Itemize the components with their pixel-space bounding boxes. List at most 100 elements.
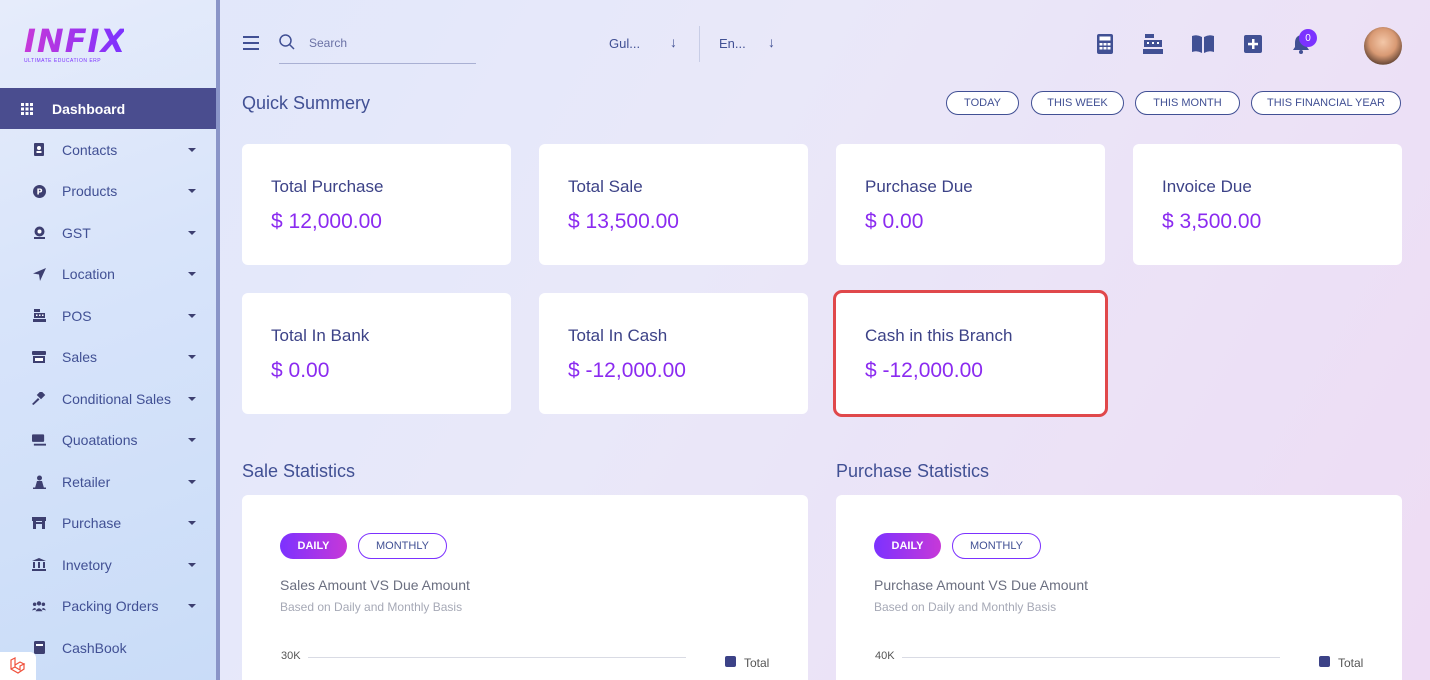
caret-down-icon: [188, 230, 196, 235]
sidebar-item-label: Sales: [62, 349, 98, 366]
laravel-icon[interactable]: [0, 652, 36, 680]
sidebar-scrollbar[interactable]: [216, 0, 220, 680]
summary-card-total-in-cash[interactable]: Total In Cash $ -12,000.00: [539, 293, 808, 414]
menu-toggle-icon[interactable]: [243, 36, 259, 50]
purchase-chart-subtitle: Based on Daily and Monthly Basis: [874, 600, 1057, 614]
purchase-tab-monthly[interactable]: MONTHLY: [952, 533, 1041, 559]
caret-down-icon: [188, 438, 196, 443]
caret-down-icon: [188, 562, 196, 567]
sidebar-item-gst[interactable]: GST: [0, 212, 216, 254]
cash-register-icon[interactable]: [1142, 33, 1164, 55]
header-divider: [699, 26, 700, 62]
sidebar-item-pos[interactable]: POS: [0, 295, 216, 337]
logo[interactable]: INFIX ULTIMATE EDUCATION ERP: [24, 25, 125, 68]
sidebar-item-conditional-sales[interactable]: Conditional Sales: [0, 378, 216, 420]
caret-down-icon: [188, 189, 196, 194]
avatar[interactable]: [1364, 27, 1402, 65]
summary-card-purchase-due[interactable]: Purchase Due $ 0.00: [836, 144, 1105, 265]
sidebar-item-packing-orders[interactable]: Packing Orders: [0, 586, 216, 628]
purchase-grid-line: [902, 657, 1280, 658]
card-value: $ 3,500.00: [1162, 210, 1262, 233]
search-input[interactable]: [309, 34, 469, 52]
cash-register-icon: [32, 309, 46, 323]
product-icon: P: [32, 184, 46, 198]
purchase-chart-title: Purchase Amount VS Due Amount: [874, 577, 1089, 593]
purchase-tab-daily[interactable]: DAILY: [874, 533, 941, 559]
card-value: $ 12,000.00: [271, 210, 382, 233]
purchase-legend-label: Total: [1338, 656, 1364, 670]
card-value: $ 0.00: [865, 210, 924, 233]
sidebar-item-label: POS: [62, 307, 92, 324]
summary-card-total-in-bank[interactable]: Total In Bank $ 0.00: [242, 293, 511, 414]
summary-card-invoice-due[interactable]: Invoice Due $ 3,500.00: [1133, 144, 1402, 265]
sidebar-item-retailer[interactable]: Retailer: [0, 461, 216, 503]
period-button-this-financial-year[interactable]: THIS FINANCIAL YEAR: [1251, 91, 1401, 115]
sale-legend-swatch: [725, 656, 736, 667]
sidebar-item-location[interactable]: Location: [0, 254, 216, 296]
sidebar-item-label: Products: [62, 183, 118, 200]
sale-grid-line: [308, 657, 686, 658]
branch-select[interactable]: Gul... ↓: [609, 34, 677, 51]
sidebar-item-products[interactable]: P Products: [0, 171, 216, 213]
retailer-icon: [32, 475, 46, 489]
notification-badge: 0: [1299, 29, 1317, 47]
purchase-statistics-title: Purchase Statistics: [836, 461, 990, 481]
sidebar-item-label: Quoatations: [62, 432, 138, 449]
period-button-today[interactable]: TODAY: [946, 91, 1019, 115]
sidebar-item-quotations[interactable]: Quoatations: [0, 420, 216, 462]
branch-select-value: Gul...: [609, 36, 641, 51]
card-label: Total Purchase: [271, 177, 384, 196]
sidebar-item-label: Purchase: [62, 515, 122, 532]
summary-card-total-sale[interactable]: Total Sale $ 13,500.00: [539, 144, 808, 265]
card-label: Invoice Due: [1162, 177, 1252, 196]
period-button-this-week[interactable]: THIS WEEK: [1031, 91, 1124, 115]
sidebar-item-sales[interactable]: Sales: [0, 337, 216, 379]
plus-square-icon[interactable]: [1242, 33, 1264, 55]
card-label: Purchase Due: [865, 177, 973, 196]
sale-chart-subtitle: Based on Daily and Monthly Basis: [280, 600, 463, 614]
sale-statistics-title: Sale Statistics: [242, 461, 356, 481]
caret-down-icon: [188, 521, 196, 526]
sidebar-item-contacts[interactable]: Contacts: [0, 129, 216, 171]
sale-legend-label: Total: [744, 656, 770, 670]
card-label: Total Sale: [568, 177, 643, 196]
period-button-this-month[interactable]: THIS MONTH: [1135, 91, 1240, 115]
page-title: Quick Summery: [242, 93, 371, 113]
sale-y-axis-tick: 30K: [281, 650, 301, 662]
tax-icon: [32, 226, 46, 240]
arrow-down-icon: ↓: [768, 34, 775, 50]
sale-tab-daily[interactable]: DAILY: [280, 533, 347, 559]
sidebar-item-label: Packing Orders: [62, 598, 159, 615]
card-value: $ 0.00: [271, 359, 330, 382]
calculator-icon[interactable]: [1094, 33, 1116, 55]
sidebar-item-purchase[interactable]: Purchase: [0, 503, 216, 545]
grid-icon: [20, 102, 34, 116]
caret-down-icon: [188, 313, 196, 318]
purchase-store-icon: [32, 516, 46, 530]
language-select[interactable]: En... ↓: [719, 34, 775, 51]
card-label: Cash in this Branch: [865, 326, 1013, 345]
sidebar-item-dashboard[interactable]: Dashboard: [0, 88, 216, 129]
sidebar-item-label: GST: [62, 224, 91, 241]
location-arrow-icon: [32, 267, 46, 281]
sidebar-nav: Dashboard Contacts P Products GST Locati…: [0, 88, 216, 669]
purchase-legend-swatch: [1319, 656, 1330, 667]
sidebar-item-invetory[interactable]: Invetory: [0, 544, 216, 586]
sale-tab-monthly[interactable]: MONTHLY: [358, 533, 447, 559]
summary-card-cash-in-branch[interactable]: Cash in this Branch $ -12,000.00: [833, 290, 1108, 417]
sidebar-item-label: Invetory: [62, 556, 112, 573]
book-open-icon[interactable]: [1192, 33, 1214, 55]
card-label: Total In Bank: [271, 326, 370, 345]
svg-text:P: P: [36, 187, 42, 196]
quotation-icon: [32, 433, 46, 447]
language-select-value: En...: [719, 36, 746, 51]
gavel-icon: [32, 392, 46, 406]
summary-card-total-purchase[interactable]: Total Purchase $ 12,000.00: [242, 144, 511, 265]
search-icon: [279, 34, 295, 50]
sidebar-item-label: CashBook: [62, 639, 127, 656]
sidebar-item-label: Retailer: [62, 473, 111, 490]
caret-down-icon: [188, 479, 196, 484]
store-icon: [32, 350, 46, 364]
sidebar: INFIX ULTIMATE EDUCATION ERP Dashboard C…: [0, 0, 216, 680]
caret-down-icon: [188, 147, 196, 152]
